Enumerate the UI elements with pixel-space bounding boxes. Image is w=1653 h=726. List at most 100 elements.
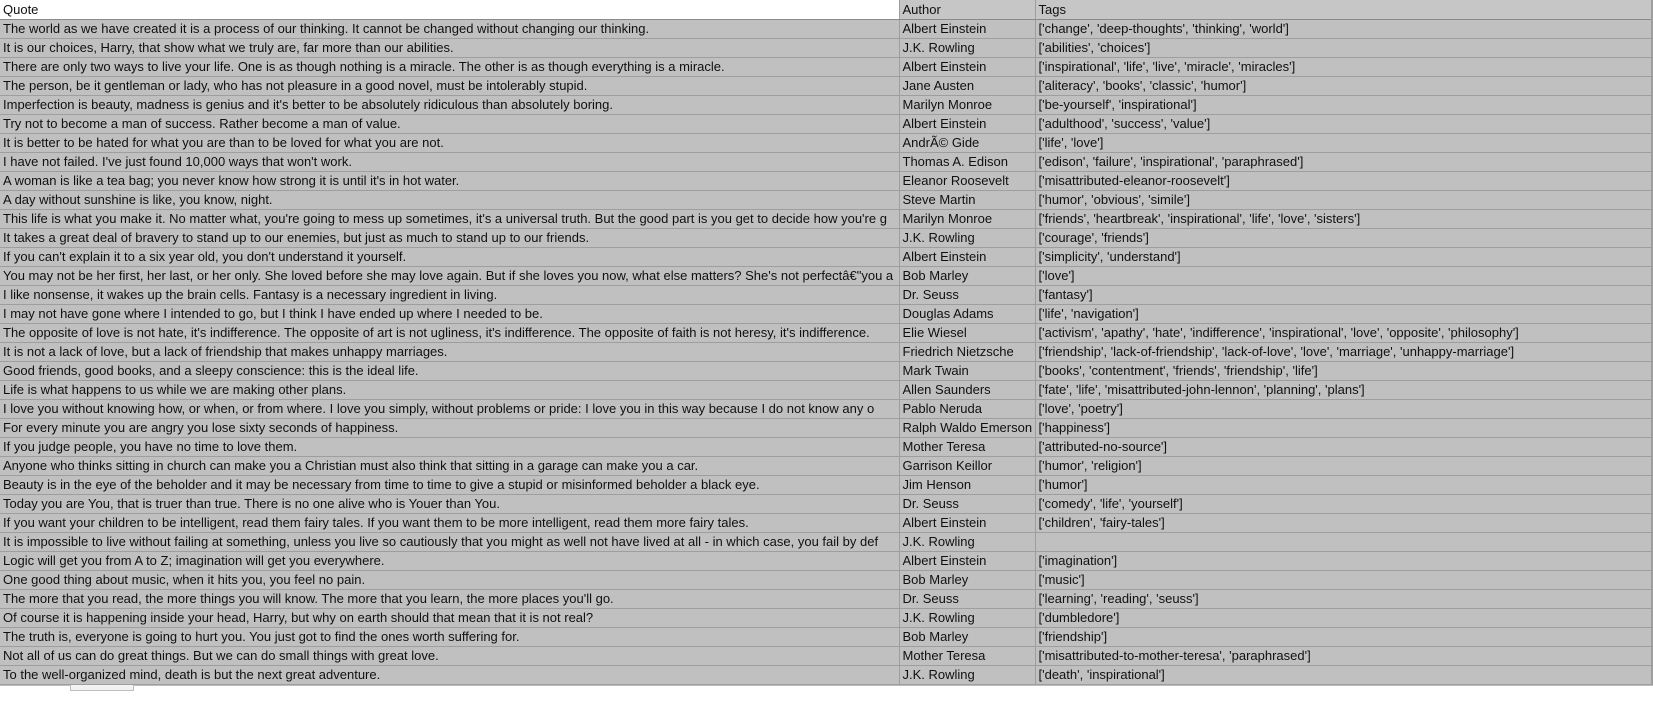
cell-author[interactable]: Pablo Neruda xyxy=(899,399,1036,419)
cell-author[interactable]: Albert Einstein xyxy=(899,19,1036,39)
cell-tags[interactable]: ['humor'] xyxy=(1035,475,1653,495)
cell-quote[interactable]: It is better to be hated for what you ar… xyxy=(0,133,900,153)
cell-quote[interactable]: I like nonsense, it wakes up the brain c… xyxy=(0,285,900,305)
cell-quote[interactable]: Anyone who thinks sitting in church can … xyxy=(0,456,900,476)
column-header-author[interactable]: Author xyxy=(899,0,1036,20)
cell-tags[interactable]: ['fate', 'life', 'misattributed-john-len… xyxy=(1035,380,1653,400)
cell-quote[interactable]: If you can't explain it to a six year ol… xyxy=(0,247,900,267)
cell-tags[interactable]: ['imagination'] xyxy=(1035,551,1653,571)
cell-author[interactable]: Jane Austen xyxy=(899,76,1036,96)
cell-author[interactable]: AndrÃ© Gide xyxy=(899,133,1036,153)
cell-quote[interactable]: It is impossible to live without failing… xyxy=(0,532,900,552)
cell-quote[interactable]: One good thing about music, when it hits… xyxy=(0,570,900,590)
cell-tags[interactable]: ['adulthood', 'success', 'value'] xyxy=(1035,114,1653,134)
cell-author[interactable]: Dr. Seuss xyxy=(899,494,1036,514)
cell-quote[interactable]: A woman is like a tea bag; you never kno… xyxy=(0,171,900,191)
cell-author[interactable]: Elie Wiesel xyxy=(899,323,1036,343)
cell-tags[interactable]: ['music'] xyxy=(1035,570,1653,590)
cell-author[interactable]: Thomas A. Edison xyxy=(899,152,1036,172)
cell-tags[interactable]: ['attributed-no-source'] xyxy=(1035,437,1653,457)
cell-quote[interactable]: The person, be it gentleman or lady, who… xyxy=(0,76,900,96)
cell-tags[interactable]: ['learning', 'reading', 'seuss'] xyxy=(1035,589,1653,609)
cell-quote[interactable]: The world as we have created it is a pro… xyxy=(0,19,900,39)
cell-quote[interactable]: It takes a great deal of bravery to stan… xyxy=(0,228,900,248)
cell-quote[interactable]: To the well-organized mind, death is but… xyxy=(0,665,900,685)
cell-author[interactable]: Bob Marley xyxy=(899,627,1036,647)
cell-quote[interactable]: The more that you read, the more things … xyxy=(0,589,900,609)
cell-tags[interactable]: ['books', 'contentment', 'friends', 'fri… xyxy=(1035,361,1653,381)
cell-author[interactable]: J.K. Rowling xyxy=(899,665,1036,685)
cell-tags[interactable]: ['humor', 'obvious', 'simile'] xyxy=(1035,190,1653,210)
cell-author[interactable]: Marilyn Monroe xyxy=(899,95,1036,115)
cell-quote[interactable]: Imperfection is beauty, madness is geniu… xyxy=(0,95,900,115)
cell-quote[interactable]: Life is what happens to us while we are … xyxy=(0,380,900,400)
cell-tags[interactable]: ['love', 'poetry'] xyxy=(1035,399,1653,419)
cell-tags[interactable]: ['misattributed-to-mother-teresa', 'para… xyxy=(1035,646,1653,666)
cell-tags[interactable]: ['comedy', 'life', 'yourself'] xyxy=(1035,494,1653,514)
cell-tags[interactable] xyxy=(1035,532,1653,552)
cell-quote[interactable]: Today you are You, that is truer than tr… xyxy=(0,494,900,514)
cell-author[interactable]: Albert Einstein xyxy=(899,114,1036,134)
cell-quote[interactable]: Good friends, good books, and a sleepy c… xyxy=(0,361,900,381)
sheet-tab[interactable] xyxy=(70,685,134,691)
cell-tags[interactable]: ['inspirational', 'life', 'live', 'mirac… xyxy=(1035,57,1653,77)
cell-author[interactable]: Bob Marley xyxy=(899,570,1036,590)
cell-tags[interactable]: ['dumbledore'] xyxy=(1035,608,1653,628)
cell-quote[interactable]: Try not to become a man of success. Rath… xyxy=(0,114,900,134)
cell-tags[interactable]: ['life', 'navigation'] xyxy=(1035,304,1653,324)
cell-quote[interactable]: If you want your children to be intellig… xyxy=(0,513,900,533)
cell-quote[interactable]: You may not be her first, her last, or h… xyxy=(0,266,900,286)
cell-author[interactable]: Friedrich Nietzsche xyxy=(899,342,1036,362)
cell-author[interactable]: Douglas Adams xyxy=(899,304,1036,324)
cell-quote[interactable]: Not all of us can do great things. But w… xyxy=(0,646,900,666)
cell-tags[interactable]: ['aliteracy', 'books', 'classic', 'humor… xyxy=(1035,76,1653,96)
column-header-quote[interactable]: Quote xyxy=(0,0,900,20)
cell-author[interactable]: Albert Einstein xyxy=(899,551,1036,571)
cell-tags[interactable]: ['change', 'deep-thoughts', 'thinking', … xyxy=(1035,19,1653,39)
cell-tags[interactable]: ['abilities', 'choices'] xyxy=(1035,38,1653,58)
cell-author[interactable]: Albert Einstein xyxy=(899,57,1036,77)
cell-author[interactable]: J.K. Rowling xyxy=(899,228,1036,248)
cell-quote[interactable]: It is not a lack of love, but a lack of … xyxy=(0,342,900,362)
cell-tags[interactable]: ['friendship'] xyxy=(1035,627,1653,647)
cell-tags[interactable]: ['activism', 'apathy', 'hate', 'indiffer… xyxy=(1035,323,1653,343)
cell-tags[interactable]: ['misattributed-eleanor-roosevelt'] xyxy=(1035,171,1653,191)
cell-author[interactable]: Dr. Seuss xyxy=(899,285,1036,305)
cell-quote[interactable]: I have not failed. I've just found 10,00… xyxy=(0,152,900,172)
cell-quote[interactable]: This life is what you make it. No matter… xyxy=(0,209,900,229)
cell-quote[interactable]: There are only two ways to live your lif… xyxy=(0,57,900,77)
cell-author[interactable]: Allen Saunders xyxy=(899,380,1036,400)
cell-quote[interactable]: A day without sunshine is like, you know… xyxy=(0,190,900,210)
cell-author[interactable]: Jim Henson xyxy=(899,475,1036,495)
cell-quote[interactable]: Of course it is happening inside your he… xyxy=(0,608,900,628)
cell-quote[interactable]: It is our choices, Harry, that show what… xyxy=(0,38,900,58)
cell-tags[interactable]: ['children', 'fairy-tales'] xyxy=(1035,513,1653,533)
column-header-tags[interactable]: Tags xyxy=(1035,0,1653,20)
cell-tags[interactable]: ['be-yourself', 'inspirational'] xyxy=(1035,95,1653,115)
cell-tags[interactable]: ['fantasy'] xyxy=(1035,285,1653,305)
cell-tags[interactable]: ['friendship', 'lack-of-friendship', 'la… xyxy=(1035,342,1653,362)
cell-tags[interactable]: ['life', 'love'] xyxy=(1035,133,1653,153)
cell-author[interactable]: J.K. Rowling xyxy=(899,38,1036,58)
cell-quote[interactable]: The truth is, everyone is going to hurt … xyxy=(0,627,900,647)
cell-author[interactable]: J.K. Rowling xyxy=(899,532,1036,552)
cell-quote[interactable]: I may not have gone where I intended to … xyxy=(0,304,900,324)
cell-quote[interactable]: I love you without knowing how, or when,… xyxy=(0,399,900,419)
cell-tags[interactable]: ['courage', 'friends'] xyxy=(1035,228,1653,248)
cell-author[interactable]: Steve Martin xyxy=(899,190,1036,210)
cell-quote[interactable]: The opposite of love is not hate, it's i… xyxy=(0,323,900,343)
cell-author[interactable]: Marilyn Monroe xyxy=(899,209,1036,229)
cell-tags[interactable]: ['simplicity', 'understand'] xyxy=(1035,247,1653,267)
cell-author[interactable]: Mother Teresa xyxy=(899,437,1036,457)
cell-tags[interactable]: ['edison', 'failure', 'inspirational', '… xyxy=(1035,152,1653,172)
cell-author[interactable]: Mother Teresa xyxy=(899,646,1036,666)
cell-tags[interactable]: ['happiness'] xyxy=(1035,418,1653,438)
cell-author[interactable]: Bob Marley xyxy=(899,266,1036,286)
cell-author[interactable]: J.K. Rowling xyxy=(899,608,1036,628)
cell-author[interactable]: Ralph Waldo Emerson xyxy=(899,418,1036,438)
cell-quote[interactable]: Beauty is in the eye of the beholder and… xyxy=(0,475,900,495)
cell-quote[interactable]: For every minute you are angry you lose … xyxy=(0,418,900,438)
cell-author[interactable]: Dr. Seuss xyxy=(899,589,1036,609)
cell-tags[interactable]: ['love'] xyxy=(1035,266,1653,286)
cell-tags[interactable]: ['friends', 'heartbreak', 'inspirational… xyxy=(1035,209,1653,229)
